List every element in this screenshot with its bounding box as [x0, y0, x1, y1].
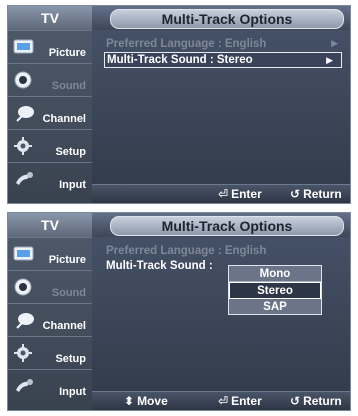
sidebar-item-picture[interactable]: Picture	[8, 30, 92, 63]
footer-bar: ⬍ Move ⏎ Enter ↺ Return	[92, 391, 350, 410]
input-icon	[16, 172, 33, 185]
enter-icon: ⏎	[218, 394, 229, 408]
sound-icon	[14, 71, 32, 89]
enter-label: Enter	[231, 394, 262, 408]
sidebar-item-label: Setup	[55, 353, 86, 365]
enter-hint[interactable]: ⏎ Enter	[218, 394, 262, 408]
sidebar-title: TV	[8, 213, 92, 237]
preferred-language-row[interactable]: Preferred Language : English ▶	[106, 36, 346, 51]
sidebar: TV Picture Sound Channel Setup Input	[8, 213, 92, 410]
sidebar-item-label: Picture	[48, 47, 86, 59]
sidebar-item-setup[interactable]: Setup	[8, 336, 92, 369]
sound-icon	[14, 278, 32, 296]
sidebar-item-input[interactable]: Input	[8, 369, 92, 402]
preferred-language-label: Preferred Language : English	[106, 244, 267, 257]
option-stereo[interactable]: Stereo	[229, 282, 321, 299]
sidebar-item-sound[interactable]: Sound	[8, 270, 92, 303]
right-arrow-icon: ▶	[326, 54, 333, 65]
sidebar-item-setup[interactable]: Setup	[8, 129, 92, 162]
main-area: Multi-Track Options Preferred Language :…	[92, 213, 350, 410]
sidebar-item-label: Setup	[55, 146, 86, 158]
preferred-language-row[interactable]: Preferred Language : English	[106, 243, 346, 258]
channel-icon	[16, 106, 34, 122]
enter-icon: ⏎	[218, 187, 229, 201]
page-title: Multi-Track Options	[110, 216, 344, 236]
option-sap[interactable]: SAP	[229, 299, 321, 314]
footer-bar: ⏎ Enter ↺ Return	[92, 184, 350, 203]
sidebar-item-label: Sound	[51, 287, 86, 299]
picture-icon	[13, 39, 34, 54]
return-hint[interactable]: ↺ Return	[290, 394, 342, 408]
enter-label: Enter	[231, 187, 262, 201]
sidebar-item-label: Input	[59, 386, 86, 398]
preferred-language-label: Preferred Language : English	[106, 37, 267, 50]
picture-icon	[13, 246, 34, 261]
enter-hint[interactable]: ⏎ Enter	[218, 187, 262, 201]
return-label: Return	[303, 394, 342, 408]
menu-screen-1: TV Picture Sound Channel Setup Input Mul…	[7, 5, 351, 204]
multi-track-sound-dropdown[interactable]: Mono Stereo SAP	[228, 265, 322, 315]
move-hint[interactable]: ⬍ Move	[124, 394, 168, 408]
return-label: Return	[303, 187, 342, 201]
input-icon	[16, 379, 33, 392]
sidebar-item-channel[interactable]: Channel	[8, 303, 92, 336]
sidebar-item-label: Channel	[42, 320, 86, 332]
return-hint[interactable]: ↺ Return	[290, 187, 342, 201]
setup-icon	[14, 344, 32, 362]
sidebar-title: TV	[8, 6, 92, 30]
sidebar-item-channel[interactable]: Channel	[8, 96, 92, 129]
sidebar-item-label: Input	[59, 179, 86, 191]
sidebar-item-label: Sound	[51, 80, 86, 92]
multi-track-sound-label: Multi-Track Sound :	[106, 259, 213, 272]
up-down-icon: ⬍	[124, 394, 135, 408]
title-bar: Multi-Track Options	[92, 6, 350, 30]
setup-icon	[14, 137, 32, 155]
sidebar-item-sound[interactable]: Sound	[8, 63, 92, 96]
sidebar-item-picture[interactable]: Picture	[8, 237, 92, 270]
multi-track-sound-label: Multi-Track Sound : Stereo	[107, 54, 253, 66]
multi-track-sound-row[interactable]: Multi-Track Sound : Stereo ▶	[104, 52, 342, 68]
return-icon: ↺	[290, 187, 301, 201]
menu-screen-2: TV Picture Sound Channel Setup Input Mul…	[7, 212, 351, 411]
option-mono[interactable]: Mono	[229, 266, 321, 282]
title-bar: Multi-Track Options	[92, 213, 350, 237]
sidebar-item-label: Channel	[42, 113, 86, 125]
main-area: Multi-Track Options Preferred Language :…	[92, 6, 350, 203]
sidebar-item-label: Picture	[48, 254, 86, 266]
right-arrow-icon: ▶	[331, 38, 338, 48]
channel-icon	[16, 313, 34, 329]
page-title: Multi-Track Options	[110, 9, 344, 29]
sidebar: TV Picture Sound Channel Setup Input	[8, 6, 92, 203]
move-label: Move	[137, 394, 168, 408]
sidebar-item-input[interactable]: Input	[8, 162, 92, 195]
return-icon: ↺	[290, 394, 301, 408]
